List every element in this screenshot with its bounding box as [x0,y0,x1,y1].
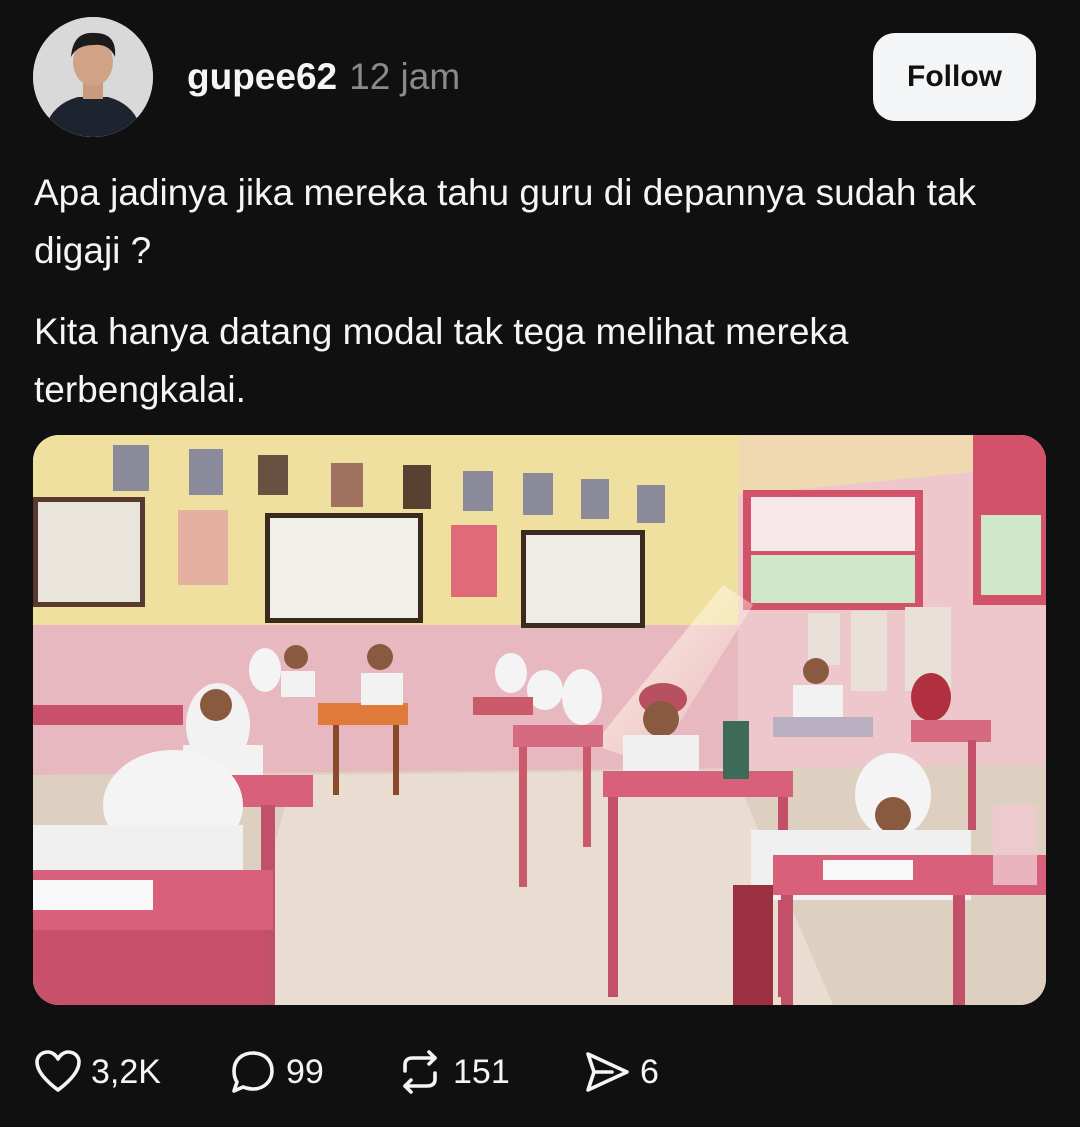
reply-count: 99 [286,1052,324,1091]
action-bar: 3,2K 99 151 6 [0,1040,1080,1104]
avatar[interactable] [33,17,153,137]
avatar-image [33,17,153,137]
classroom-photo [33,435,1046,1005]
like-button[interactable]: 3,2K [33,1040,161,1104]
speech-bubble-icon [232,1051,274,1093]
reply-button[interactable]: 99 [228,1040,324,1104]
share-button[interactable]: 6 [582,1040,659,1104]
post-text-paragraph: Apa jadinya jika mereka tahu guru di dep… [34,172,977,271]
post-text-paragraph: Kita hanya datang modal tak tega melihat… [34,311,849,410]
repost-icon [403,1050,437,1094]
repost-button[interactable]: 151 [395,1040,510,1104]
heart-icon [35,1050,81,1092]
post-image[interactable] [33,435,1046,1005]
share-count: 6 [640,1052,659,1091]
repost-count: 151 [453,1052,510,1091]
follow-button[interactable]: Follow [873,33,1036,121]
send-icon [586,1052,629,1092]
username[interactable]: gupee62 [187,56,337,98]
post-time: 12 jam [349,56,461,97]
like-count: 3,2K [91,1052,161,1091]
post-header: gupee62 12 jam [187,56,460,98]
